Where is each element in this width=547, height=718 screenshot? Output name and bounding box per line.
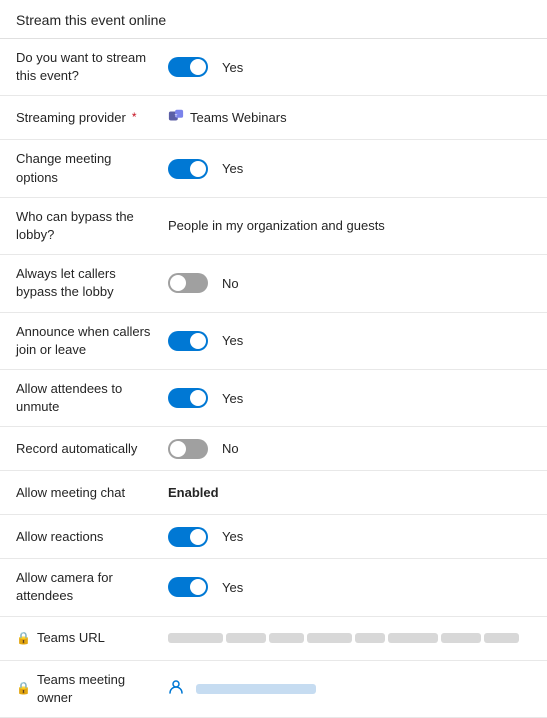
value-announce-callers: Yes [160,327,547,355]
label-allow-meeting-chat: Allow meeting chat [0,480,160,506]
value-allow-reactions: Yes [160,523,547,551]
required-star: * [132,109,137,126]
label-teams-url: 🔒Teams URL [0,625,160,651]
settings-row-allow-reactions: Allow reactions Yes [0,515,547,559]
settings-row-announce-callers: Announce when callers join or leave Yes [0,313,547,370]
settings-row-bypass-lobby: Who can bypass the lobby? People in my or… [0,198,547,255]
toggle-label-allow-unmute: Yes [222,391,243,406]
label-teams-owner: 🔒Teams meeting owner [0,667,160,711]
label-stream-event: Do you want to stream this event? [0,45,160,89]
value-change-meeting-options: Yes [160,155,547,183]
settings-row-teams-owner: 🔒Teams meeting owner [0,661,547,718]
settings-row-change-meeting-options: Change meeting options Yes [0,140,547,197]
toggle-knob [190,579,206,595]
toggle-record-automatically[interactable] [168,439,208,459]
toggle-label-change-meeting-options: Yes [222,161,243,176]
text-value-allow-meeting-chat: Enabled [168,485,219,500]
owner-name-blurred [196,684,316,694]
value-allow-meeting-chat: Enabled [160,481,547,504]
toggle-allow-reactions[interactable] [168,527,208,547]
toggle-label-record-automatically: No [222,441,239,456]
settings-row-stream-event: Do you want to stream this event? Yes [0,39,547,96]
text-value-bypass-lobby: People in my organization and guests [168,218,385,233]
toggle-change-meeting-options[interactable] [168,159,208,179]
toggle-knob [170,275,186,291]
label-callers-bypass-lobby: Always let callers bypass the lobby [0,261,160,305]
toggle-callers-bypass-lobby[interactable] [168,273,208,293]
value-record-automatically: No [160,435,547,463]
provider-wrap: T Teams Webinars [168,108,287,127]
toggle-knob [190,161,206,177]
url-segment [441,633,481,643]
url-segment [269,633,304,643]
settings-row-record-automatically: Record automatically No [0,427,547,471]
toggle-knob [170,441,186,457]
settings-row-streaming-provider: Streaming provider* T Teams Webinars [0,96,547,140]
url-segment [226,633,266,643]
toggle-allow-unmute[interactable] [168,388,208,408]
toggle-label-allow-camera: Yes [222,580,243,595]
settings-container: Do you want to stream this event? Yes Stre… [0,39,547,718]
label-change-meeting-options: Change meeting options [0,146,160,190]
toggle-label-stream-event: Yes [222,60,243,75]
label-allow-reactions: Allow reactions [0,524,160,550]
url-segment [355,633,385,643]
url-value [168,633,519,643]
settings-row-allow-unmute: Allow attendees to unmute Yes [0,370,547,427]
label-bypass-lobby: Who can bypass the lobby? [0,204,160,248]
toggle-stream-event[interactable] [168,57,208,77]
label-allow-unmute: Allow attendees to unmute [0,376,160,420]
url-segment [168,633,223,643]
settings-row-allow-camera: Allow camera for attendees Yes [0,559,547,616]
url-segment [484,633,519,643]
url-segment [307,633,352,643]
page-title: Stream this event online [0,0,547,39]
label-announce-callers: Announce when callers join or leave [0,319,160,363]
value-streaming-provider: T Teams Webinars [160,104,547,131]
value-allow-camera: Yes [160,573,547,601]
toggle-label-announce-callers: Yes [222,333,243,348]
toggle-label-allow-reactions: Yes [222,529,243,544]
lock-icon: 🔒 [16,680,31,697]
toggle-knob [190,333,206,349]
lock-icon: 🔒 [16,630,31,647]
toggle-knob [190,390,206,406]
value-allow-unmute: Yes [160,384,547,412]
toggle-announce-callers[interactable] [168,331,208,351]
label-record-automatically: Record automatically [0,436,160,462]
toggle-knob [190,59,206,75]
settings-row-allow-meeting-chat: Allow meeting chat Enabled [0,471,547,515]
teams-icon: T [168,108,184,127]
label-allow-camera: Allow camera for attendees [0,565,160,609]
toggle-knob [190,529,206,545]
value-teams-owner [160,675,547,703]
settings-row-callers-bypass-lobby: Always let callers bypass the lobby No [0,255,547,312]
value-callers-bypass-lobby: No [160,269,547,297]
url-segment [388,633,438,643]
value-stream-event: Yes [160,53,547,81]
provider-label: Teams Webinars [190,110,287,125]
settings-row-teams-url: 🔒Teams URL [0,617,547,661]
toggle-allow-camera[interactable] [168,577,208,597]
value-bypass-lobby: People in my organization and guests [160,214,547,237]
value-teams-url[interactable] [160,629,547,647]
toggle-label-callers-bypass-lobby: No [222,276,239,291]
label-streaming-provider: Streaming provider* [0,105,160,131]
svg-text:T: T [175,114,178,119]
person-icon [168,679,184,699]
